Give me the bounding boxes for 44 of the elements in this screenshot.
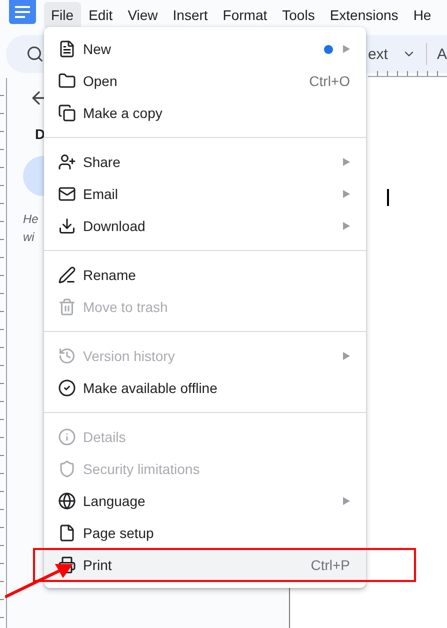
menu-item[interactable]: Email (44, 178, 366, 210)
menu-title[interactable]: View (120, 2, 165, 28)
menu-title[interactable]: Format (216, 2, 274, 28)
menu-item[interactable]: Share (44, 146, 366, 178)
menu-title[interactable]: Edit (82, 2, 120, 28)
printer-icon (58, 556, 76, 574)
text-cursor (387, 189, 389, 206)
copy-icon (58, 104, 76, 122)
history-icon (58, 347, 76, 365)
search-icon[interactable] (26, 45, 44, 63)
docs-logo[interactable] (9, 0, 36, 24)
sidebar-heading: D (35, 126, 46, 142)
info-icon (58, 428, 76, 446)
menu-item[interactable]: Print Ctrl+P (44, 549, 366, 581)
menu-item[interactable]: Download (44, 210, 366, 242)
download-icon (58, 217, 76, 235)
menu-item[interactable]: Rename (44, 259, 366, 291)
menu-title[interactable]: Tools (275, 2, 322, 28)
menu-item[interactable]: Language (44, 485, 366, 517)
sidebar-hint: He (23, 211, 38, 228)
menu-item[interactable]: New (44, 33, 366, 65)
menu-item[interactable]: Make available offline (44, 372, 366, 404)
menu-title[interactable]: He (406, 2, 438, 28)
menu-title[interactable]: File (44, 2, 81, 28)
trash-icon (58, 298, 76, 316)
sidebar-hint: wi (23, 229, 34, 246)
menu-item[interactable]: Make a copy (44, 97, 366, 129)
person-plus-icon (58, 153, 76, 171)
shield-icon (58, 460, 76, 478)
menu-title[interactable]: Insert (166, 2, 215, 28)
globe-icon (58, 492, 76, 510)
shortcut-text: Ctrl+O (309, 73, 350, 89)
check-circle-icon (58, 379, 76, 397)
pencil-icon (58, 266, 76, 284)
shortcut-text: Ctrl+P (310, 557, 350, 573)
page-icon (58, 524, 76, 542)
menu-title[interactable]: Extensions (322, 2, 406, 28)
menu-item[interactable]: Open Ctrl+O (44, 65, 366, 97)
folder-icon (58, 72, 76, 90)
menu-item[interactable]: Page setup (44, 517, 366, 549)
style-dropdown[interactable]: ext (368, 46, 388, 62)
document-icon (58, 40, 76, 58)
font-label[interactable]: A (436, 46, 447, 62)
envelope-icon (58, 185, 76, 203)
